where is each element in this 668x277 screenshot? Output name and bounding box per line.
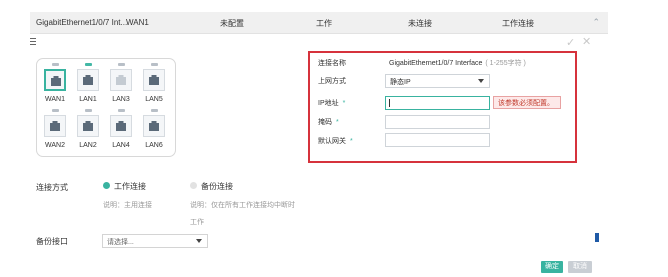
port-label: LAN2 bbox=[79, 142, 97, 149]
ethernet-port-icon bbox=[110, 115, 132, 137]
port-lan4[interactable]: LAN4 bbox=[108, 109, 134, 149]
port-label: LAN5 bbox=[145, 96, 163, 103]
backup-interface-label: 备份接口 bbox=[36, 237, 68, 246]
required-mark: * bbox=[342, 100, 346, 107]
port-lan2[interactable]: LAN2 bbox=[75, 109, 101, 149]
port-label: LAN4 bbox=[112, 142, 130, 149]
port-lan3[interactable]: LAN3 bbox=[108, 63, 134, 103]
gateway-input[interactable] bbox=[385, 133, 490, 147]
conn-name-hint: ( 1-255字符 ) bbox=[485, 60, 526, 67]
port-label: WAN1 bbox=[45, 96, 65, 103]
gateway-label: 默认网关 * bbox=[318, 136, 353, 146]
access-mode-label: 上网方式 bbox=[318, 78, 346, 85]
required-mark: * bbox=[336, 119, 339, 126]
conn-name-label: 连接名称 bbox=[318, 60, 346, 67]
work-mode: 工作连接 bbox=[502, 19, 534, 28]
ip-label-text: IP地址 bbox=[318, 100, 339, 107]
config-status: 未配置 bbox=[220, 19, 244, 28]
ethernet-port-icon bbox=[44, 69, 66, 91]
close-icon[interactable]: ✕ bbox=[582, 35, 591, 48]
interface-alias: WAN1 bbox=[126, 18, 149, 27]
interface-name: GigabitEthernet1/0/7 Int... bbox=[36, 18, 128, 27]
chevron-up-icon[interactable]: ⌃ bbox=[592, 17, 600, 28]
mask-label: 掩码 * bbox=[318, 117, 339, 127]
access-mode-value: 静态IP bbox=[390, 79, 411, 86]
ethernet-port-icon bbox=[77, 69, 99, 91]
port-diagram: WAN1 LAN1 LAN3 LAN5 WAN2 LAN2 LAN4 LAN6 bbox=[36, 58, 176, 157]
port-label: LAN3 bbox=[112, 96, 130, 103]
port-led-indicator bbox=[117, 63, 125, 66]
backup-interface-select[interactable]: 请选择... bbox=[102, 234, 208, 248]
work-state: 工作 bbox=[316, 19, 332, 28]
backup-connection-note-cont: 工作 bbox=[190, 219, 204, 226]
port-label: LAN1 bbox=[79, 96, 97, 103]
port-led-indicator bbox=[150, 109, 158, 112]
conn-name-input[interactable]: GigabitEthernet1/0/7 Interface( 1-255字符 … bbox=[384, 55, 542, 69]
port-led-indicator bbox=[150, 63, 158, 66]
ethernet-port-icon bbox=[44, 115, 66, 137]
menu-icon[interactable] bbox=[30, 38, 36, 45]
chevron-down-icon bbox=[478, 79, 484, 83]
gateway-label-text: 默认网关 bbox=[318, 138, 346, 145]
scroll-marker bbox=[595, 233, 599, 242]
access-mode-select[interactable]: 静态IP bbox=[385, 74, 490, 88]
port-lan6[interactable]: LAN6 bbox=[141, 109, 167, 149]
backup-interface-placeholder: 请选择... bbox=[107, 239, 134, 246]
port-wan1[interactable]: WAN1 bbox=[42, 63, 68, 103]
port-led-indicator bbox=[84, 109, 92, 112]
cancel-button[interactable]: 取消 bbox=[568, 261, 592, 273]
text-caret bbox=[389, 99, 390, 107]
conn-name-value: GigabitEthernet1/0/7 Interface bbox=[389, 60, 483, 67]
primary-connection-radio[interactable] bbox=[103, 182, 110, 189]
interface-row-header[interactable]: GigabitEthernet1/0/7 Int... WAN1 未配置 工作 … bbox=[30, 12, 608, 34]
backup-connection-radio[interactable] bbox=[190, 182, 197, 189]
backup-connection-label[interactable]: 备份连接 bbox=[201, 181, 233, 192]
port-lan5[interactable]: LAN5 bbox=[141, 63, 167, 103]
ethernet-port-icon bbox=[77, 115, 99, 137]
link-status: 未连接 bbox=[408, 19, 432, 28]
port-label: LAN6 bbox=[145, 142, 163, 149]
port-lan1[interactable]: LAN1 bbox=[75, 63, 101, 103]
ethernet-port-icon bbox=[143, 115, 165, 137]
port-led-indicator bbox=[51, 109, 59, 112]
primary-connection-label[interactable]: 工作连接 bbox=[114, 181, 146, 192]
required-mark: * bbox=[350, 138, 353, 145]
ip-address-input[interactable] bbox=[385, 96, 490, 110]
port-led-indicator bbox=[117, 109, 125, 112]
port-led-indicator bbox=[51, 63, 59, 66]
port-wan2[interactable]: WAN2 bbox=[42, 109, 68, 149]
primary-connection-note: 说明：主用连接 bbox=[103, 202, 152, 209]
ethernet-port-icon bbox=[110, 69, 132, 91]
mask-input[interactable] bbox=[385, 115, 490, 129]
connection-mode-label: 连接方式 bbox=[36, 183, 68, 192]
ethernet-port-icon bbox=[143, 69, 165, 91]
port-label: WAN2 bbox=[45, 142, 65, 149]
mask-label-text: 掩码 bbox=[318, 119, 332, 126]
confirm-button[interactable]: 确定 bbox=[541, 261, 563, 273]
port-led-indicator bbox=[84, 63, 92, 66]
ip-error-tooltip: 该参数必须配置。 bbox=[493, 96, 561, 109]
check-icon[interactable]: ✓ bbox=[566, 36, 575, 49]
chevron-down-icon bbox=[196, 239, 202, 243]
ip-label: IP地址 * bbox=[318, 98, 345, 108]
backup-connection-note: 说明：仅在所有工作连接均中断时 bbox=[190, 202, 295, 209]
